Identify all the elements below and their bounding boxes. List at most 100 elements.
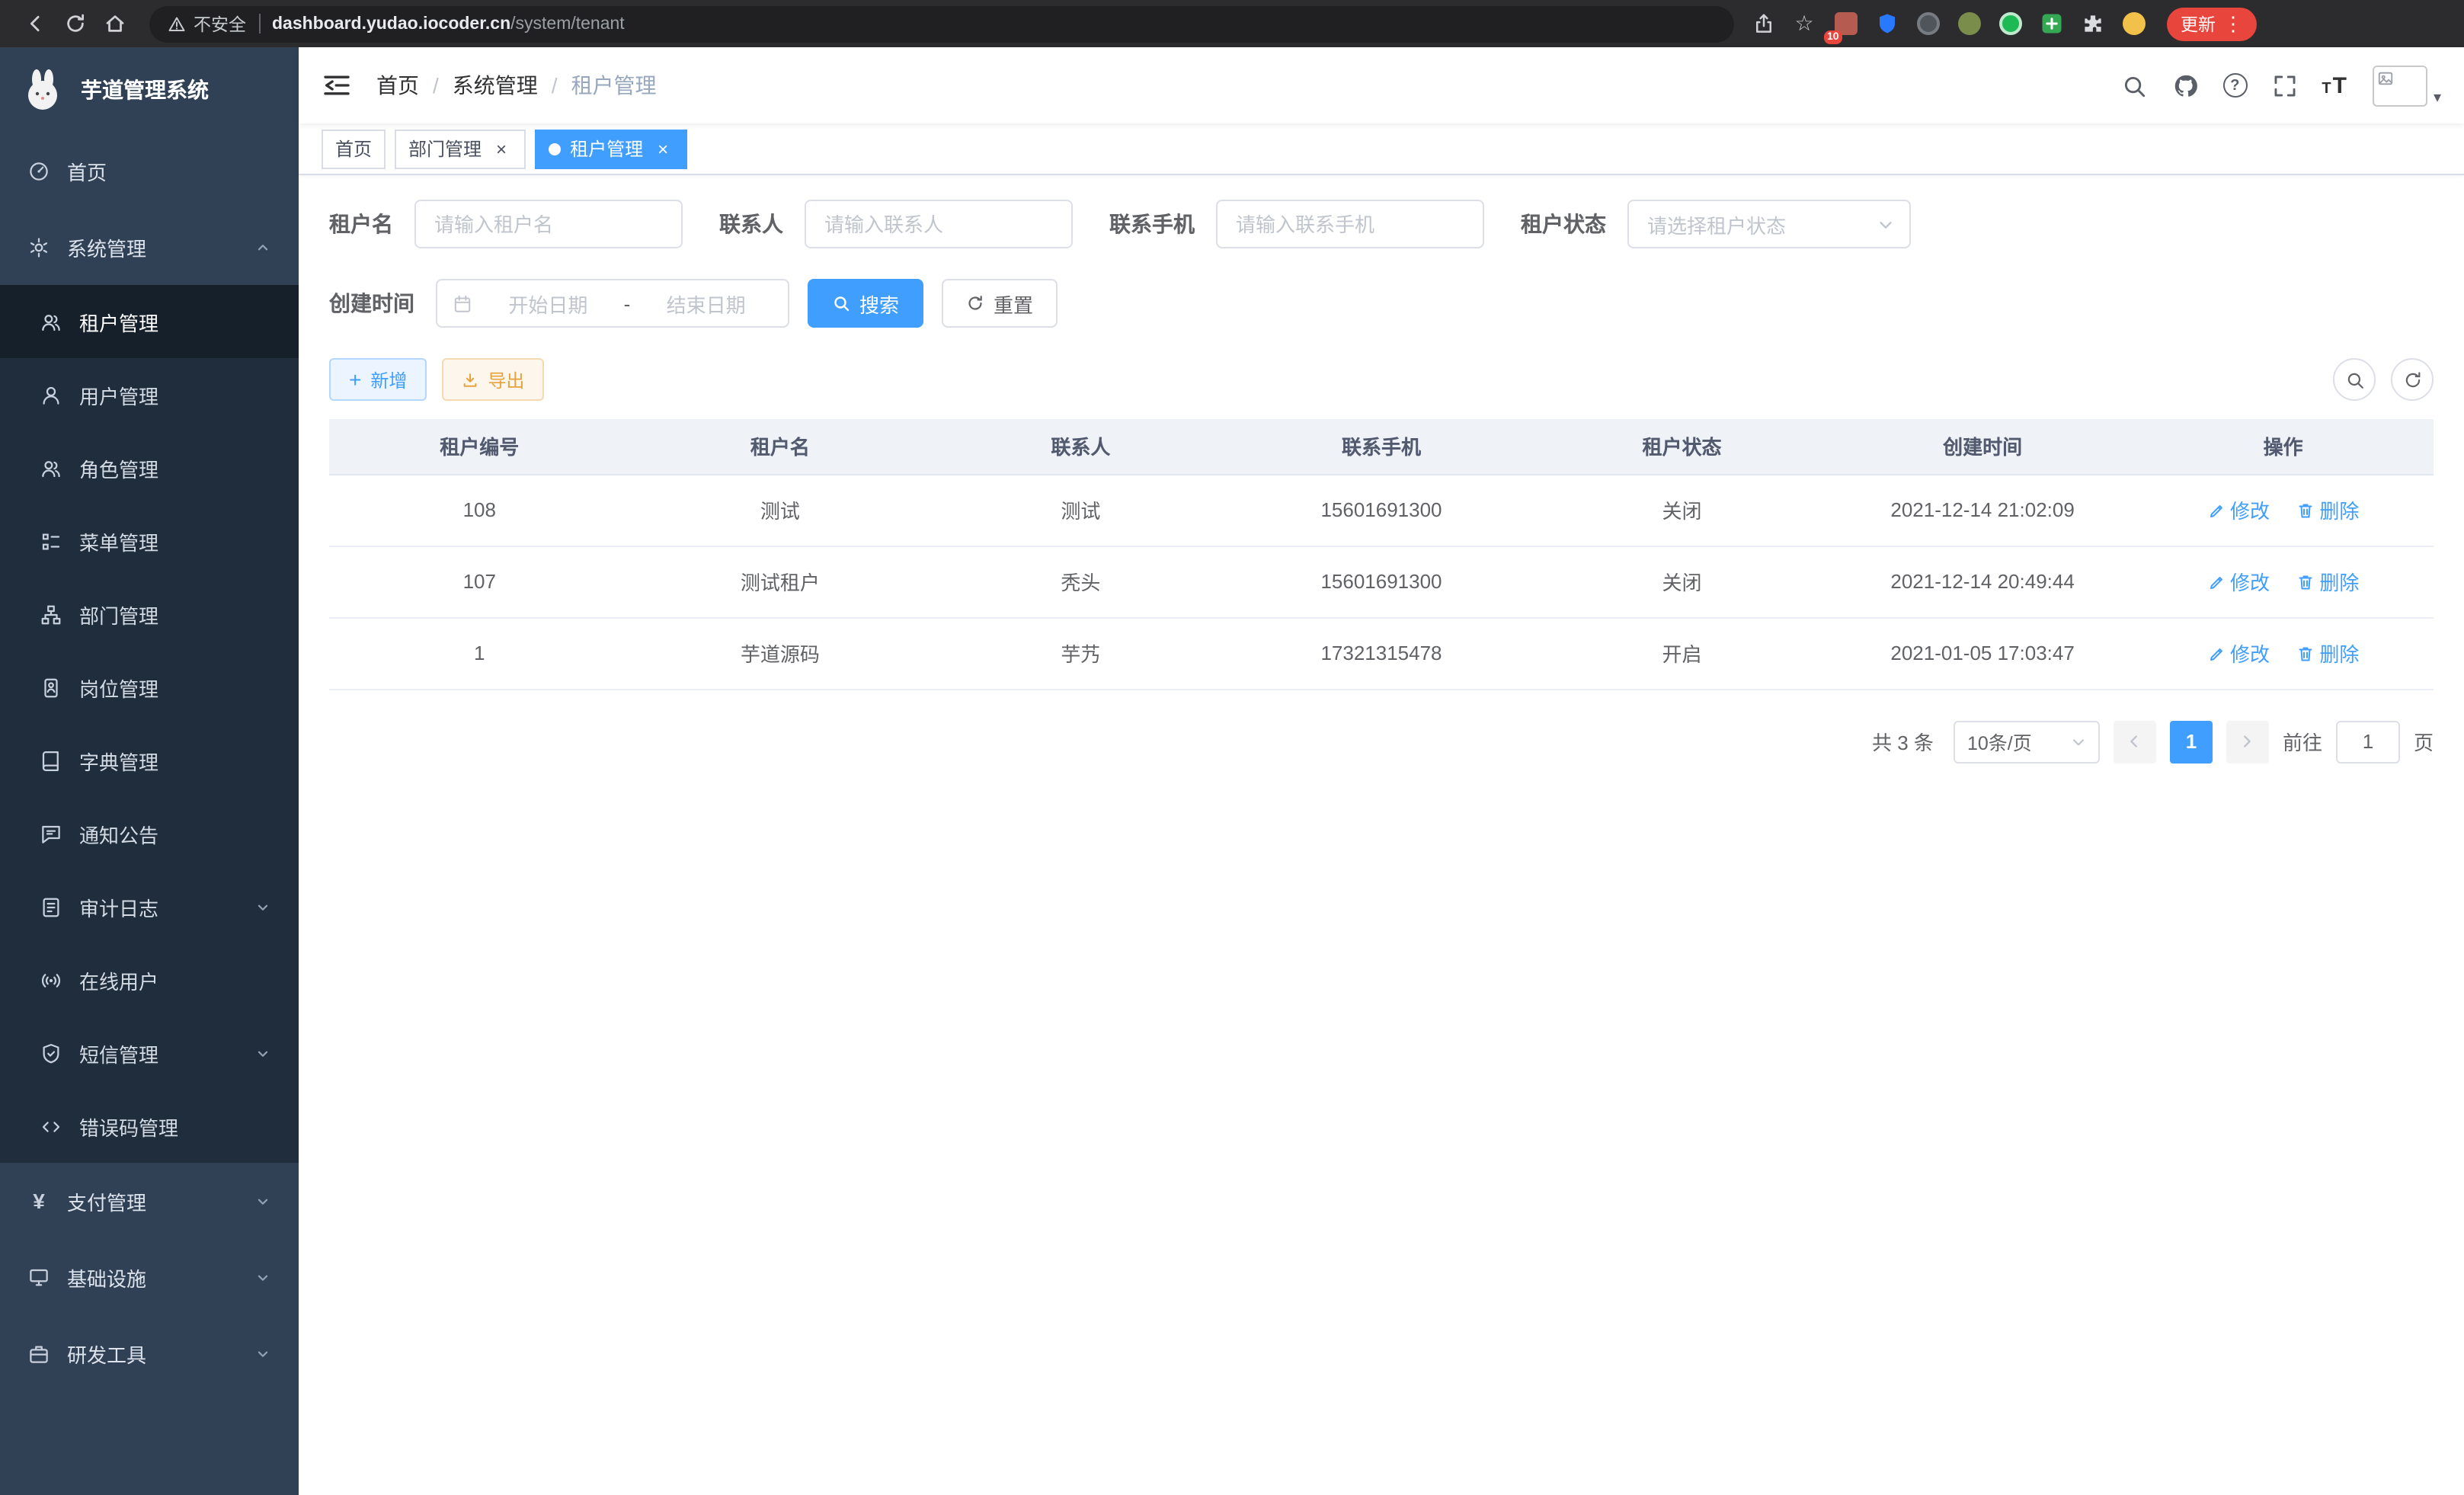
code-icon [40, 1115, 62, 1138]
search-icon [2344, 370, 2364, 389]
breadcrumb-home[interactable]: 首页 [376, 70, 419, 101]
extension-olive[interactable] [1955, 10, 1982, 37]
cell-contact: 测试 [930, 474, 1231, 546]
export-button[interactable]: 导出 [442, 358, 544, 401]
sidebar-item-sms[interactable]: 短信管理 [0, 1016, 299, 1090]
next-page-button[interactable] [2226, 720, 2269, 763]
phone-input[interactable] [1216, 200, 1484, 248]
sidebar-item-infrastructure[interactable]: 基础设施 [0, 1239, 299, 1315]
sidebar-item-error-codes[interactable]: 错误码管理 [0, 1090, 299, 1163]
sidebar-item-tenant[interactable]: 租户管理 [0, 285, 299, 358]
share-button[interactable] [1749, 10, 1777, 37]
add-button[interactable]: + 新增 [329, 358, 427, 401]
security-indicator[interactable]: 不安全 [168, 11, 246, 36]
phone-label: 联系手机 [1109, 209, 1195, 239]
chevron-down-icon [254, 1345, 271, 1362]
badge-icon [40, 676, 62, 699]
tab-departments[interactable]: 部门管理 × [395, 129, 526, 168]
system-submenu: 租户管理 用户管理 角色管理 菜单管理 [0, 285, 299, 1163]
extension-green-square[interactable] [2037, 10, 2065, 37]
sidebar-item-menus[interactable]: 菜单管理 [0, 504, 299, 578]
app-logo[interactable]: 芋道管理系统 [0, 47, 299, 133]
sidebar-item-departments[interactable]: 部门管理 [0, 578, 299, 651]
extension-icon-green-circle [1998, 12, 2021, 35]
date-range-picker[interactable]: 开始日期 - 结束日期 [436, 279, 789, 328]
tenant-page-content: 租户名 联系人 联系手机 租户状态 请选择租户状态 [299, 175, 2464, 1495]
edit-link[interactable]: 修改 [2207, 567, 2270, 596]
current-page[interactable]: 1 [2170, 720, 2213, 763]
sidebar-item-label: 岗位管理 [79, 673, 158, 702]
sidebar-item-label: 角色管理 [79, 453, 158, 482]
user-menu[interactable]: ▾ [2373, 65, 2441, 106]
extension-tabs-manager[interactable]: 10 [1832, 10, 1859, 37]
filter-phone: 联系手机 [1109, 200, 1484, 248]
edit-link[interactable]: 修改 [2207, 639, 2270, 667]
sidebar-item-audit-log[interactable]: 审计日志 [0, 870, 299, 943]
toggle-search-button[interactable] [2333, 358, 2376, 401]
delete-link[interactable]: 删除 [2296, 567, 2359, 596]
start-date-placeholder: 开始日期 [482, 289, 615, 318]
delete-link[interactable]: 删除 [2296, 495, 2359, 524]
chrome-update-button[interactable]: 更新 ⋮ [2167, 7, 2257, 40]
briefcase-icon [27, 1342, 50, 1365]
sidebar-item-dictionary[interactable]: 字典管理 [0, 724, 299, 797]
close-icon[interactable]: × [491, 138, 512, 159]
browser-back-button[interactable] [15, 4, 55, 43]
close-icon[interactable]: × [652, 138, 674, 159]
font-size-button[interactable]: TT [2322, 72, 2347, 98]
cell-tenant-id: 107 [329, 546, 630, 617]
tab-home[interactable]: 首页 [322, 129, 386, 168]
breadcrumb-system[interactable]: 系统管理 [453, 70, 538, 101]
status-select[interactable]: 请选择租户状态 [1627, 200, 1911, 248]
extension-profile[interactable] [2120, 10, 2147, 37]
github-icon [2172, 72, 2198, 98]
header-search-button[interactable] [2119, 71, 2148, 100]
cell-status: 关闭 [1531, 474, 1832, 546]
gear-icon [27, 235, 50, 258]
goto-page-input[interactable] [2336, 720, 2400, 763]
delete-link[interactable]: 删除 [2296, 639, 2359, 667]
extensions-puzzle-button[interactable] [2078, 10, 2106, 37]
contact-input[interactable] [805, 200, 1073, 248]
sidebar-item-home[interactable]: 首页 [0, 133, 299, 209]
sidebar-fold-icon[interactable] [322, 70, 352, 101]
browser-reload-button[interactable] [55, 4, 94, 43]
extension-badge: 10 [1824, 30, 1842, 43]
refresh-table-button[interactable] [2391, 358, 2434, 401]
cell-actions: 修改 删除 [2133, 474, 2434, 546]
fullscreen-button[interactable] [2270, 71, 2299, 100]
screen: 不安全 dashboard.yudao.iocoder.cn/system/te… [0, 0, 2464, 1495]
col-tenant-id: 租户编号 [329, 419, 630, 474]
sidebar-menu: 首页 系统管理 租户管理 用户管理 [0, 133, 299, 1495]
bookmark-star-button[interactable]: ☆ [1790, 10, 1818, 37]
page-size-select[interactable]: 10条/页 [1954, 720, 2100, 763]
back-icon [24, 12, 46, 35]
edit-link[interactable]: 修改 [2207, 495, 2270, 524]
extension-dark[interactable] [1914, 10, 1941, 37]
sidebar-item-system[interactable]: 系统管理 [0, 209, 299, 285]
address-bar[interactable]: 不安全 dashboard.yudao.iocoder.cn/system/te… [149, 5, 1734, 42]
sidebar-item-label: 通知公告 [79, 819, 158, 848]
sidebar-item-roles[interactable]: 角色管理 [0, 431, 299, 504]
tenant-name-input[interactable] [414, 200, 683, 248]
github-link[interactable] [2171, 71, 2200, 100]
sidebar-item-users[interactable]: 用户管理 [0, 358, 299, 431]
extension-green-circle[interactable] [1996, 10, 2024, 37]
browser-home-button[interactable] [94, 4, 134, 43]
sidebar-item-notices[interactable]: 通知公告 [0, 797, 299, 870]
prev-page-button[interactable] [2114, 720, 2156, 763]
extension-shield[interactable] [1873, 10, 1900, 37]
cell-phone: 15601691300 [1231, 474, 1532, 546]
chevron-down-icon [254, 1045, 271, 1061]
sidebar-item-dev-tools[interactable]: 研发工具 [0, 1315, 299, 1391]
cell-status: 关闭 [1531, 546, 1832, 617]
help-button[interactable]: ? [2222, 73, 2247, 98]
page-size-value: 10条/页 [1967, 727, 2032, 756]
sidebar-item-payment[interactable]: ¥ 支付管理 [0, 1163, 299, 1239]
reset-button[interactable]: 重置 [942, 279, 1058, 328]
search-button[interactable]: 搜索 [808, 279, 923, 328]
tab-tenants[interactable]: 租户管理 × [535, 129, 687, 168]
refresh-icon [2402, 370, 2422, 389]
sidebar-item-online-users[interactable]: 在线用户 [0, 943, 299, 1016]
sidebar-item-posts[interactable]: 岗位管理 [0, 651, 299, 724]
